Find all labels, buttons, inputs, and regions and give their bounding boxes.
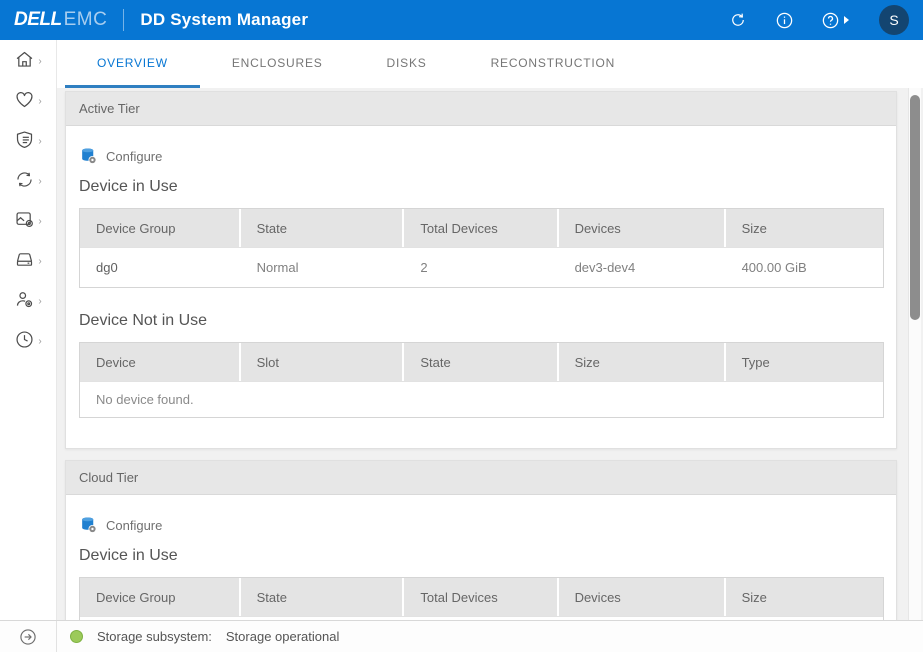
user-avatar[interactable]: S — [879, 5, 909, 35]
chevron-right-icon: › — [38, 137, 41, 147]
column-header[interactable]: Size — [726, 578, 883, 616]
empty-row: No device found. — [80, 381, 883, 417]
cell-size: 400.00 GiB — [726, 247, 883, 287]
cloud-tier-card: Cloud Tier Configure Device in Us — [65, 460, 897, 620]
column-header[interactable]: Size — [559, 343, 726, 381]
tab-reconstruction[interactable]: RECONSTRUCTION — [459, 40, 648, 88]
logo-dell-text: DELL — [14, 9, 62, 31]
sidebar-item-home[interactable]: › — [14, 50, 41, 73]
chevron-right-icon: › — [38, 257, 41, 267]
cloud-tier-configure-button[interactable]: Configure — [79, 513, 884, 537]
shield-icon — [14, 129, 35, 155]
table-row[interactable]: dg0 Normal 2 dev3-dev4 400.00 GiB — [80, 247, 883, 287]
column-header[interactable]: Device Group — [80, 209, 241, 247]
active-tier-title: Active Tier — [66, 92, 896, 126]
data-management-gear-icon — [14, 209, 35, 235]
cloud-tier-device-in-use-table: Device Group State Total Devices Devices… — [79, 577, 884, 620]
table-header-row: Device Group State Total Devices Devices… — [80, 578, 883, 616]
chevron-right-icon: › — [38, 217, 41, 227]
sidebar-item-hardware[interactable]: › — [14, 250, 41, 273]
status-green-dot-icon — [70, 630, 83, 643]
tab-overview[interactable]: OVERVIEW — [65, 40, 200, 88]
refresh-icon[interactable] — [728, 10, 748, 30]
status-bar-expand-section — [0, 621, 57, 652]
expand-arrow-icon[interactable] — [18, 627, 38, 647]
cloud-tier-title: Cloud Tier — [66, 461, 896, 495]
device-in-use-heading: Device in Use — [79, 547, 884, 565]
app-header: DELL EMC DD System Manager — [0, 0, 923, 40]
table-header-row: Device Group State Total Devices Devices… — [80, 209, 883, 247]
vertical-scrollbar-thumb[interactable] — [910, 95, 920, 320]
column-header[interactable]: Devices — [559, 209, 726, 247]
chevron-right-icon: › — [38, 297, 41, 307]
status-bar: Storage subsystem: Storage operational — [0, 620, 923, 652]
configure-label: Configure — [106, 518, 162, 533]
sidebar-item-health[interactable]: › — [14, 90, 41, 113]
logo-emc-text: EMC — [64, 9, 108, 31]
column-header[interactable]: Slot — [241, 343, 405, 381]
content-scroll-area: Active Tier Configure Device in U — [57, 88, 923, 620]
sidebar-item-data-management[interactable]: › — [14, 210, 41, 233]
administration-user-gear-icon — [14, 289, 35, 315]
chevron-right-icon: › — [38, 97, 41, 107]
sidebar-item-replication[interactable]: › — [14, 170, 41, 193]
avatar-initial: S — [889, 12, 898, 28]
empty-message: No device found. — [80, 381, 883, 417]
configure-database-gear-icon — [79, 515, 98, 535]
cell-devices: dev3-dev4 — [559, 247, 726, 287]
device-in-use-heading: Device in Use — [79, 178, 884, 196]
sidebar-item-data-protection[interactable]: › — [14, 130, 41, 153]
tab-bar: OVERVIEW ENCLOSURES DISKS RECONSTRUCTION — [57, 40, 923, 88]
active-tier-device-not-in-use-table: Device Slot State Size Type No device fo… — [79, 342, 884, 418]
app-title: DD System Manager — [140, 10, 308, 30]
configure-database-gear-icon — [79, 146, 98, 166]
maintenance-clock-icon — [14, 329, 35, 355]
chevron-right-icon: › — [38, 57, 41, 67]
active-tier-card: Active Tier Configure Device in U — [65, 91, 897, 449]
status-value: Storage operational — [226, 629, 339, 644]
vertical-scrollbar-track[interactable] — [908, 88, 921, 620]
health-heart-icon — [14, 89, 35, 115]
help-caret-icon — [844, 16, 849, 24]
cell-state: Normal — [241, 247, 405, 287]
column-header[interactable]: Total Devices — [404, 209, 558, 247]
column-header[interactable]: Size — [726, 209, 883, 247]
cell-total-devices: 2 — [404, 247, 558, 287]
help-icon — [820, 10, 840, 30]
column-header[interactable]: State — [241, 209, 405, 247]
cell-device-group: dg0 — [80, 247, 241, 287]
tab-enclosures[interactable]: ENCLOSURES — [200, 40, 355, 88]
column-header[interactable]: State — [241, 578, 405, 616]
column-header[interactable]: Devices — [559, 578, 726, 616]
column-header[interactable]: Device Group — [80, 578, 241, 616]
dell-emc-logo[interactable]: DELL EMC — [14, 9, 107, 31]
main-area: OVERVIEW ENCLOSURES DISKS RECONSTRUCTION… — [57, 40, 923, 620]
column-header[interactable]: Total Devices — [404, 578, 558, 616]
column-header[interactable]: Type — [726, 343, 883, 381]
configure-label: Configure — [106, 149, 162, 164]
column-header[interactable]: Device — [80, 343, 241, 381]
active-tier-configure-button[interactable]: Configure — [79, 144, 884, 168]
hardware-drive-icon — [14, 249, 35, 275]
replication-sync-icon — [14, 169, 35, 195]
home-icon — [14, 49, 35, 75]
left-nav-sidebar: › › › › — [0, 40, 57, 620]
chevron-right-icon: › — [38, 177, 41, 187]
column-header[interactable]: State — [404, 343, 558, 381]
active-tier-device-in-use-table: Device Group State Total Devices Devices… — [79, 208, 884, 288]
sidebar-item-maintenance[interactable]: › — [14, 330, 41, 353]
table-header-row: Device Slot State Size Type — [80, 343, 883, 381]
header-divider — [123, 9, 124, 31]
chevron-right-icon: › — [38, 337, 41, 347]
info-icon[interactable] — [774, 10, 794, 30]
status-label: Storage subsystem: — [97, 629, 212, 644]
device-not-in-use-heading: Device Not in Use — [79, 312, 884, 330]
sidebar-item-administration[interactable]: › — [14, 290, 41, 313]
header-actions: S — [728, 5, 909, 35]
tab-disks[interactable]: DISKS — [355, 40, 459, 88]
help-menu[interactable] — [820, 10, 849, 30]
